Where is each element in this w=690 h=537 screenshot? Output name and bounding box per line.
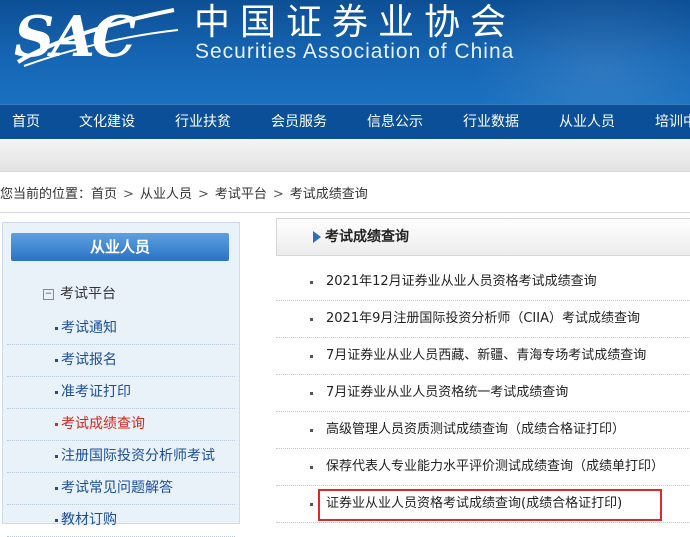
sidebar-item-label: 教材订购	[61, 512, 117, 528]
collapse-icon[interactable]: −	[43, 289, 54, 300]
sidebar-group-label: 考试平台	[60, 286, 116, 302]
nav-item-poverty-relief[interactable]: 行业扶贫	[175, 105, 231, 139]
sidebar-item-label: 准考证打印	[61, 384, 131, 400]
sidebar-item-ciia-exam[interactable]: 注册国际投资分析师考试	[7, 441, 235, 473]
sidebar-list: 考试通知 考试报名 准考证打印 考试成绩查询 注册国际投资分析师考试 考试常见问…	[7, 313, 235, 537]
score-link-2021-9-ciia[interactable]: 2021年9月注册国际投资分析师（CIIA）考试成绩查询	[326, 301, 640, 337]
score-link-securities-certificate[interactable]: 证券业从业人员资格考试成绩查询(成绩合格证打印)	[326, 486, 622, 522]
sidebar-item-exam-notice[interactable]: 考试通知	[7, 313, 235, 345]
breadcrumb-separator: >	[197, 187, 209, 202]
sac-logo[interactable]: SAC	[14, 2, 179, 72]
breadcrumb-separator: >	[123, 187, 134, 202]
list-item: 高级管理人员资质测试成绩查询（成绩合格证打印）	[276, 412, 690, 449]
breadcrumb-practitioners[interactable]: 从业人员	[140, 187, 192, 202]
nav-item-industry-data[interactable]: 行业数据	[463, 105, 519, 139]
breadcrumb-home[interactable]: 首页	[91, 187, 117, 202]
sidebar-item-exam-registration[interactable]: 考试报名	[7, 345, 235, 377]
score-link-senior-management[interactable]: 高级管理人员资质测试成绩查询（成绩合格证打印）	[326, 412, 625, 448]
bullet-icon	[310, 281, 313, 284]
logo-text: SAC	[14, 4, 136, 70]
divider	[0, 212, 690, 213]
score-link-july-special[interactable]: 7月证券业从业人员西藏、新疆、青海专场考试成绩查询	[326, 338, 646, 374]
breadcrumb-exam-platform[interactable]: 考试平台	[215, 187, 267, 202]
score-query-list: 2021年12月证券业从业人员资格考试成绩查询 2021年9月注册国际投资分析师…	[276, 264, 690, 523]
sidebar-item-label: 考试成绩查询	[61, 416, 145, 432]
site-title-cn: 中国证券业协会	[194, 2, 517, 43]
main-nav: 首页 文化建设 行业扶贫 会员服务 信息公示 行业数据 从业人员 培训中	[0, 104, 690, 139]
list-item: 7月证券业从业人员资格统一考试成绩查询	[276, 375, 690, 412]
nav-item-home[interactable]: 首页	[12, 105, 40, 139]
bullet-icon	[55, 519, 58, 522]
sidebar-group-exam-platform[interactable]: − 考试平台	[43, 283, 116, 303]
sidebar-item-label: 注册国际投资分析师考试	[61, 448, 215, 464]
list-item: 证券业从业人员资格考试成绩查询(成绩合格证打印)	[276, 486, 690, 523]
nav-item-member-services[interactable]: 会员服务	[271, 105, 327, 139]
sidebar-item-label: 考试通知	[61, 320, 117, 336]
score-link-sponsor-representative[interactable]: 保荐代表人专业能力水平评价测试成绩查询（成绩单打印）	[326, 449, 664, 485]
score-link-july-unified[interactable]: 7月证券业从业人员资格统一考试成绩查询	[326, 375, 568, 411]
site-banner: SAC 中国证券业协会 Securities Association of Ch…	[0, 0, 690, 104]
list-item: 2021年9月注册国际投资分析师（CIIA）考试成绩查询	[276, 301, 690, 338]
bullet-icon	[310, 503, 313, 506]
site-title-en: Securities Association of China	[195, 40, 515, 63]
bullet-icon	[310, 429, 313, 432]
nav-item-disclosure[interactable]: 信息公示	[367, 105, 423, 139]
nav-item-training[interactable]: 培训中	[655, 105, 690, 139]
sidebar-item-admission-ticket[interactable]: 准考证打印	[7, 377, 235, 409]
list-item: 2021年12月证券业从业人员资格考试成绩查询	[276, 264, 690, 301]
sidebar-item-faq[interactable]: 考试常见问题解答	[7, 473, 235, 505]
main-panel: 考试成绩查询 2021年12月证券业从业人员资格考试成绩查询 2021年9月注册…	[276, 218, 690, 523]
sidebar-item-textbook-order[interactable]: 教材订购	[7, 505, 235, 537]
list-item: 保荐代表人专业能力水平评价测试成绩查询（成绩单打印）	[276, 449, 690, 486]
bullet-icon	[310, 355, 313, 358]
bullet-icon	[55, 359, 58, 362]
breadcrumb-separator: >	[272, 187, 284, 202]
nav-item-practitioners[interactable]: 从业人员	[559, 105, 615, 139]
panel-title: 考试成绩查询	[325, 229, 409, 245]
bullet-icon	[310, 318, 313, 321]
bullet-icon	[55, 327, 58, 330]
sidebar-item-label: 考试报名	[61, 352, 117, 368]
breadcrumb-score-query[interactable]: 考试成绩查询	[290, 187, 368, 202]
bullet-icon	[55, 487, 58, 490]
score-link-2021-12-securities[interactable]: 2021年12月证券业从业人员资格考试成绩查询	[326, 264, 597, 300]
bullet-icon	[55, 455, 58, 458]
nav-item-culture[interactable]: 文化建设	[79, 105, 135, 139]
bullet-icon	[55, 391, 58, 394]
sidebar-item-label: 考试常见问题解答	[61, 480, 173, 496]
breadcrumb-prefix: 您当前的位置：	[0, 187, 92, 202]
triangle-right-icon	[313, 231, 321, 243]
bullet-icon	[310, 466, 313, 469]
list-item: 7月证券业从业人员西藏、新疆、青海专场考试成绩查询	[276, 338, 690, 375]
bullet-icon	[55, 423, 58, 426]
sub-nav-strip	[0, 139, 690, 172]
sidebar-heading[interactable]: 从业人员	[11, 233, 229, 261]
bullet-icon	[310, 392, 313, 395]
panel-header: 考试成绩查询	[276, 218, 690, 256]
sidebar-item-score-query[interactable]: 考试成绩查询	[7, 409, 235, 441]
breadcrumb: 您当前的位置：首页 > 从业人员 > 考试平台 > 考试成绩查询	[0, 184, 368, 206]
sidebar: 从业人员 − 考试平台 考试通知 考试报名 准考证打印 考试成绩查询 注册国际投资…	[2, 222, 240, 537]
